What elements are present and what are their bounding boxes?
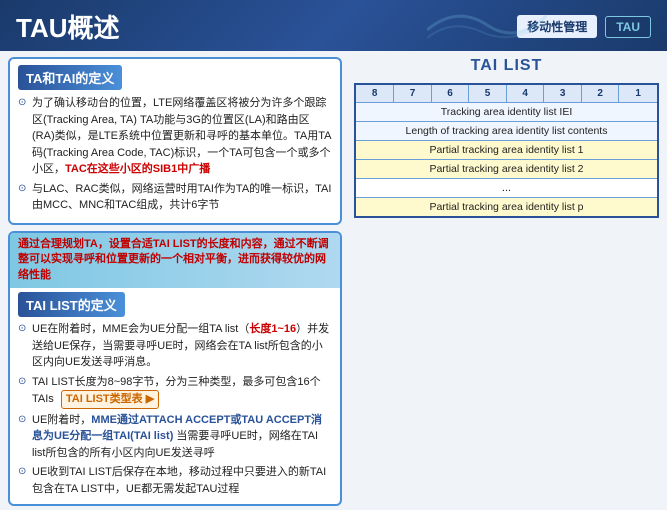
tai-item-1: UE在附着时，MME会为UE分配一组TA list（长度1~16）并发送给UE保…: [18, 321, 332, 371]
col-1: 1: [619, 84, 658, 103]
header-decoration: [427, 0, 547, 45]
table-row: Tracking area identity list IEI: [355, 103, 658, 122]
tai-list-title-label: TAI LIST的定义: [18, 292, 125, 317]
ta-tai-section: TA和TAI的定义 为了确认移动台的位置，LTE网络覆盖区将被分为许多个跟踪区(…: [8, 57, 342, 225]
tai-list-section: 通过合理规划TA，设置合适TAI LIST的长度和内容，通过不断调整可以实现寻呼…: [8, 231, 342, 507]
table-row: ...: [355, 179, 658, 198]
row-partial-2: Partial tracking area identity list 2: [355, 160, 658, 179]
row-iei: Tracking area identity list IEI: [355, 103, 658, 122]
col-2: 2: [581, 84, 619, 103]
tai-list-content: UE在附着时，MME会为UE分配一组TA list（长度1~16）并发送给UE保…: [10, 321, 340, 497]
page-title: TAU概述: [16, 8, 120, 45]
table-row: Partial tracking area identity list p: [355, 198, 658, 218]
tai-item-2: TAI LIST长度为8~98字节，分为三种类型，最多可包含16个TAIs TA…: [18, 374, 332, 409]
col-8: 8: [355, 84, 394, 103]
row-dots: ...: [355, 179, 658, 198]
row-partial-1: Partial tracking area identity list 1: [355, 141, 658, 160]
tai-banner: 通过合理规划TA，设置合适TAI LIST的长度和内容，通过不断调整可以实现寻呼…: [10, 233, 340, 289]
tai-list-table-title: TAI LIST: [354, 57, 659, 75]
table-row: Partial tracking area identity list 1: [355, 141, 658, 160]
badge-tau: TAU: [605, 16, 651, 38]
table-row: Length of tracking area identity list co…: [355, 122, 658, 141]
col-5: 5: [469, 84, 507, 103]
col-7: 7: [394, 84, 432, 103]
tai-list-type-link[interactable]: TAI LIST类型表 ▶: [61, 390, 159, 409]
col-6: 6: [431, 84, 469, 103]
right-panel: TAI LIST 8 7 6 5 4 3 2 1 Tracking area i…: [350, 51, 667, 510]
main-content: TA和TAI的定义 为了确认移动台的位置，LTE网络覆盖区将被分为许多个跟踪区(…: [0, 51, 667, 510]
tai-item-3: UE附着时，MME通过ATTACH ACCEPT或TAU ACCEPT消息为UE…: [18, 412, 332, 462]
ta-tai-item-2: 与LAC、RAC类似，网络运营时用TAI作为TA的唯一标识，TAI由MCC、MN…: [18, 181, 332, 214]
ta-tai-item-1: 为了确认移动台的位置，LTE网络覆盖区将被分为许多个跟踪区(Tracking A…: [18, 95, 332, 178]
table-row: Partial tracking area identity list 2: [355, 160, 658, 179]
left-panel: TA和TAI的定义 为了确认移动台的位置，LTE网络覆盖区将被分为许多个跟踪区(…: [0, 51, 350, 510]
table-header-row: 8 7 6 5 4 3 2 1: [355, 84, 658, 103]
col-3: 3: [544, 84, 582, 103]
ta-tai-title: TA和TAI的定义: [18, 65, 122, 90]
header: TAU概述 移动性管理 TAU: [0, 0, 667, 51]
tai-banner-text: 通过合理规划TA，设置合适TAI LIST的长度和内容，通过不断调整可以实现寻呼…: [18, 237, 332, 285]
row-partial-p: Partial tracking area identity list p: [355, 198, 658, 218]
tai-list-table: 8 7 6 5 4 3 2 1 Tracking area identity l…: [354, 83, 659, 218]
ta-tai-content: 为了确认移动台的位置，LTE网络覆盖区将被分为许多个跟踪区(Tracking A…: [18, 95, 332, 214]
tai-item-4: UE收到TAI LIST后保存在本地，移动过程中只要进入的新TAI包含在TA L…: [18, 464, 332, 497]
col-4: 4: [506, 84, 544, 103]
row-length: Length of tracking area identity list co…: [355, 122, 658, 141]
